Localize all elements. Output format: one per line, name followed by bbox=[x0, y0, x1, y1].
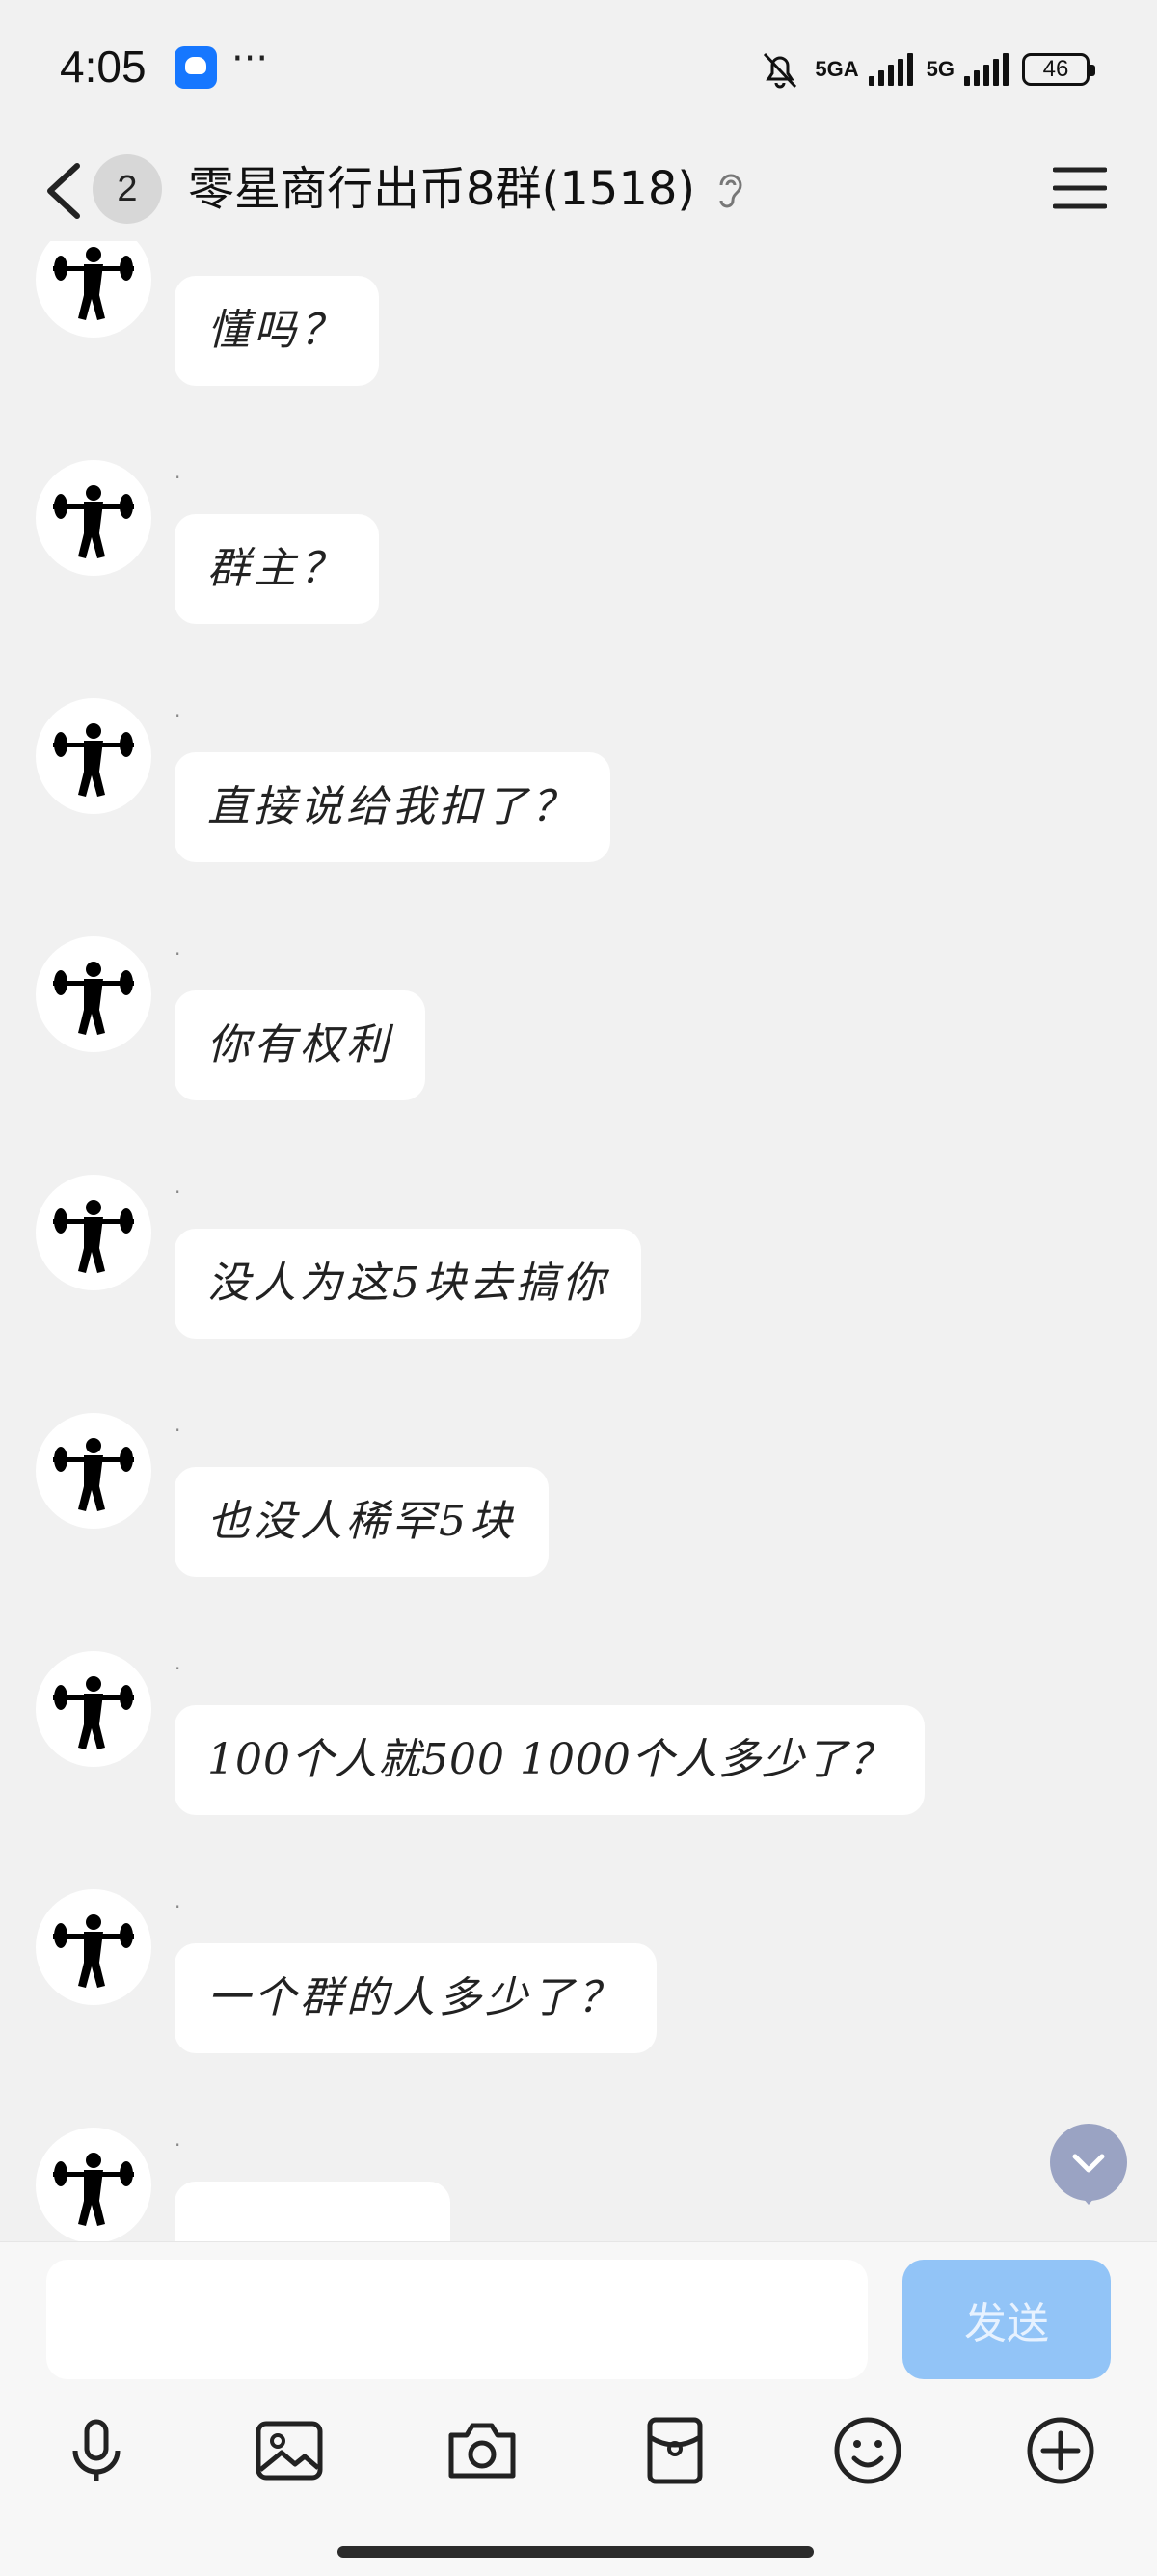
message-item: · 一个群的人多少了？ bbox=[0, 1889, 1157, 2128]
avatar[interactable] bbox=[36, 1413, 151, 1529]
message-bubble[interactable] bbox=[175, 2182, 450, 2241]
ear-icon[interactable] bbox=[713, 170, 746, 210]
message-item: · 群主？ bbox=[0, 460, 1157, 698]
clock: 4:05 bbox=[60, 41, 147, 92]
avatar[interactable] bbox=[36, 241, 151, 338]
avatar[interactable] bbox=[36, 2128, 151, 2241]
app-notification-icon bbox=[175, 46, 217, 89]
red-packet-icon[interactable] bbox=[636, 2412, 713, 2489]
sender-name: · bbox=[175, 241, 180, 251]
sender-name: · bbox=[175, 2133, 181, 2156]
message-bubble[interactable]: 100个人就500 1000个人多少了？ bbox=[175, 1705, 925, 1815]
message-bubble[interactable]: 一个群的人多少了？ bbox=[175, 1943, 657, 2053]
muted-bell-icon bbox=[764, 52, 797, 89]
message-bubble[interactable]: 也没人稀罕5块 bbox=[175, 1467, 549, 1577]
image-icon[interactable] bbox=[251, 2412, 328, 2489]
message-item: · 100个人就500 1000个人多少了？ bbox=[0, 1651, 1157, 1889]
composer: 发送 bbox=[0, 2241, 1157, 2576]
avatar[interactable] bbox=[36, 1651, 151, 1767]
sender-name: · bbox=[175, 466, 181, 489]
send-button[interactable]: 发送 bbox=[902, 2260, 1111, 2379]
scroll-to-bottom-button[interactable] bbox=[1050, 2124, 1127, 2205]
avatar[interactable] bbox=[36, 698, 151, 814]
status-bar: 4:05 ··· 5GA 5G 46 bbox=[0, 0, 1157, 135]
home-indicator[interactable] bbox=[337, 2546, 814, 2558]
network-type-2: 5G bbox=[926, 57, 955, 81]
signal-icon-2 bbox=[964, 53, 1009, 86]
sender-name: · bbox=[175, 704, 181, 727]
chevron-down-icon bbox=[1072, 2154, 1105, 2173]
sender-name: · bbox=[175, 1657, 181, 1680]
avatar[interactable] bbox=[36, 1175, 151, 1290]
network-type-1: 5GA bbox=[815, 57, 859, 81]
message-list[interactable]: · 懂吗？ · 群主？ · 直接说给我扣了？ · 你有权利 · 没人为这5块去搞… bbox=[0, 241, 1157, 2241]
avatar[interactable] bbox=[36, 1889, 151, 2005]
sender-name: · bbox=[175, 942, 181, 965]
sender-name: · bbox=[175, 1180, 181, 1204]
message-item: · 你有权利 bbox=[0, 936, 1157, 1175]
plus-icon[interactable] bbox=[1022, 2412, 1099, 2489]
message-bubble[interactable]: 直接说给我扣了？ bbox=[175, 752, 610, 862]
message-bubble[interactable]: 你有权利 bbox=[175, 990, 425, 1100]
unread-count-badge[interactable]: 2 bbox=[93, 154, 162, 224]
chat-header: 2 零星商行出币8群(1518) bbox=[0, 135, 1157, 241]
signal-icon-1 bbox=[868, 53, 913, 86]
microphone-icon[interactable] bbox=[58, 2412, 135, 2489]
avatar[interactable] bbox=[36, 936, 151, 1052]
message-item: · 也没人稀罕5块 bbox=[0, 1413, 1157, 1651]
emoji-icon[interactable] bbox=[829, 2412, 906, 2489]
message-item: · 直接说给我扣了？ bbox=[0, 698, 1157, 936]
camera-icon[interactable] bbox=[444, 2412, 521, 2489]
sender-name: · bbox=[175, 1419, 181, 1442]
message-bubble[interactable]: 群主？ bbox=[175, 514, 379, 624]
sender-name: · bbox=[175, 1895, 181, 1918]
back-icon[interactable] bbox=[40, 160, 89, 222]
page-title: 零星商行出币8群(1518) bbox=[188, 162, 696, 216]
battery-icon: 46 bbox=[1022, 53, 1095, 86]
message-input[interactable] bbox=[46, 2260, 868, 2379]
message-bubble[interactable]: 没人为这5块去搞你 bbox=[175, 1229, 641, 1339]
message-item: · 没人为这5块去搞你 bbox=[0, 1175, 1157, 1413]
message-bubble[interactable]: 懂吗？ bbox=[175, 276, 379, 386]
more-notifications-icon: ··· bbox=[231, 37, 269, 81]
avatar[interactable] bbox=[36, 460, 151, 576]
message-item: · 懂吗？ bbox=[0, 241, 1157, 460]
status-icons: 5GA 5G 46 bbox=[759, 42, 1095, 96]
message-item: · bbox=[0, 2128, 1157, 2241]
menu-icon[interactable] bbox=[1053, 164, 1107, 212]
